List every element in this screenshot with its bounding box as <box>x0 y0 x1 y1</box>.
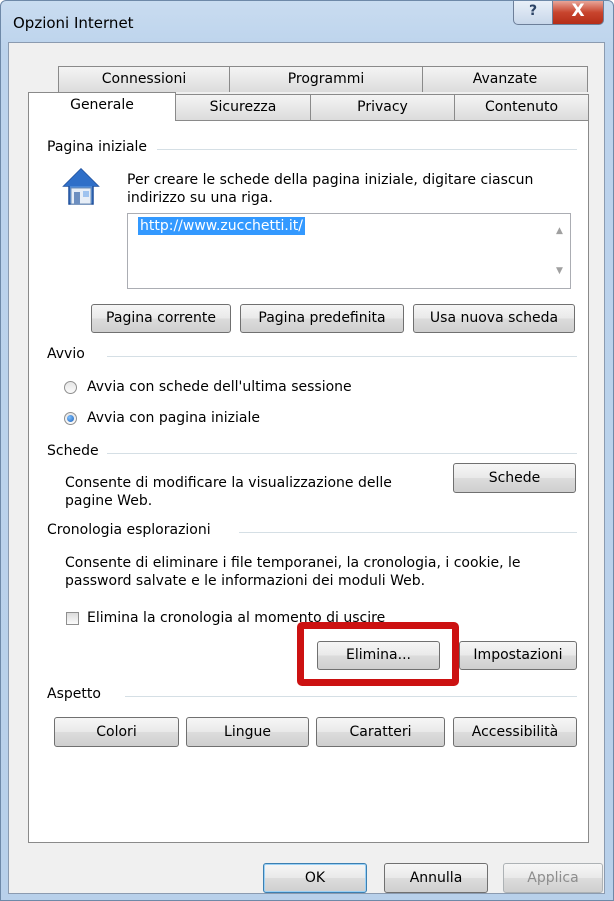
tabs-settings-label: Schede <box>488 470 541 486</box>
cancel-label: Annulla <box>409 870 463 886</box>
home-page-icon <box>62 167 100 205</box>
close-icon: X <box>571 1 585 21</box>
current-page-label: Pagina corrente <box>106 310 216 326</box>
scroll-down-icon[interactable]: ▼ <box>556 266 563 276</box>
tabs-settings-button[interactable]: Schede <box>453 463 576 493</box>
home-desc-line1: Per creare le schede della pagina inizia… <box>127 172 534 188</box>
tab-panel-generale: Pagina iniziale Per creare le schede del… <box>28 120 589 843</box>
tabs-desc-line1: Consente di modificare la visualizzazion… <box>65 475 392 491</box>
help-icon: ? <box>528 3 538 19</box>
tabs-desc-line2: pagine Web. <box>65 493 153 509</box>
tab-generale[interactable]: Generale <box>28 92 176 121</box>
tab-avanzate[interactable]: Avanzate <box>422 66 588 92</box>
title-bar[interactable]: Opzioni Internet ? X <box>1 1 613 43</box>
tab-contenuto[interactable]: Contenuto <box>454 94 589 120</box>
home-url-text: http://www.zucchetti.it/ <box>138 217 305 235</box>
new-tab-button[interactable]: Usa nuova scheda <box>413 304 575 333</box>
languages-label: Lingue <box>224 724 271 740</box>
ok-button[interactable]: OK <box>263 863 367 893</box>
default-page-button[interactable]: Pagina predefinita <box>240 304 404 333</box>
tab-connessioni[interactable]: Connessioni <box>58 66 230 92</box>
section-startup: Avvio <box>47 346 95 362</box>
radio-home-page-label[interactable]: Avvia con pagina iniziale <box>87 409 260 427</box>
colors-button[interactable]: Colori <box>54 717 179 747</box>
url-scrollbar[interactable]: ▲ ▼ <box>551 214 570 288</box>
close-button[interactable]: X <box>552 1 604 25</box>
divider <box>157 149 577 150</box>
home-url-textarea[interactable]: http://www.zucchetti.it/ ▲ ▼ <box>127 213 571 289</box>
divider <box>107 356 577 357</box>
fonts-label: Caratteri <box>349 724 412 740</box>
window-title: Opzioni Internet <box>13 14 134 32</box>
default-page-label: Pagina predefinita <box>258 310 386 326</box>
radio-home-page[interactable] <box>64 412 77 425</box>
divider <box>125 696 577 697</box>
fonts-button[interactable]: Caratteri <box>316 717 445 747</box>
radio-last-session-label[interactable]: Avvia con schede dell'ultima sessione <box>87 378 352 396</box>
tab-sicurezza[interactable]: Sicurezza <box>175 94 311 120</box>
help-button[interactable]: ? <box>513 1 553 25</box>
colors-label: Colori <box>96 724 137 740</box>
history-desc-line1: Consente di eliminare i file temporanei,… <box>65 555 521 571</box>
current-page-button[interactable]: Pagina corrente <box>91 304 231 333</box>
divider <box>107 453 577 454</box>
radio-last-session[interactable] <box>64 381 77 394</box>
section-home-page: Pagina iniziale <box>47 139 158 155</box>
apply-label: Applica <box>527 870 579 886</box>
ok-label: OK <box>304 870 326 886</box>
section-history: Cronologia esplorazioni <box>47 522 221 538</box>
accessibility-label: Accessibilità <box>471 724 559 740</box>
delete-on-exit-checkbox[interactable] <box>66 612 79 625</box>
languages-button[interactable]: Lingue <box>186 717 309 747</box>
accessibility-button[interactable]: Accessibilità <box>453 717 577 747</box>
tab-privacy[interactable]: Privacy <box>310 94 455 120</box>
section-tabs: Schede <box>47 443 109 459</box>
history-settings-label: Impostazioni <box>473 647 563 663</box>
scroll-up-icon[interactable]: ▲ <box>556 226 563 236</box>
section-appearance: Aspetto <box>47 686 111 702</box>
new-tab-label: Usa nuova scheda <box>429 310 559 326</box>
tab-programmi[interactable]: Programmi <box>229 66 423 92</box>
highlight-frame <box>297 622 459 686</box>
history-settings-button[interactable]: Impostazioni <box>459 641 577 670</box>
history-desc-line2: password salvate e le informazioni dei m… <box>65 573 426 589</box>
home-desc-line2: indirizzo su una riga. <box>127 190 273 206</box>
cancel-button[interactable]: Annulla <box>384 863 488 893</box>
divider <box>239 532 577 533</box>
apply-button[interactable]: Applica <box>503 863 603 893</box>
